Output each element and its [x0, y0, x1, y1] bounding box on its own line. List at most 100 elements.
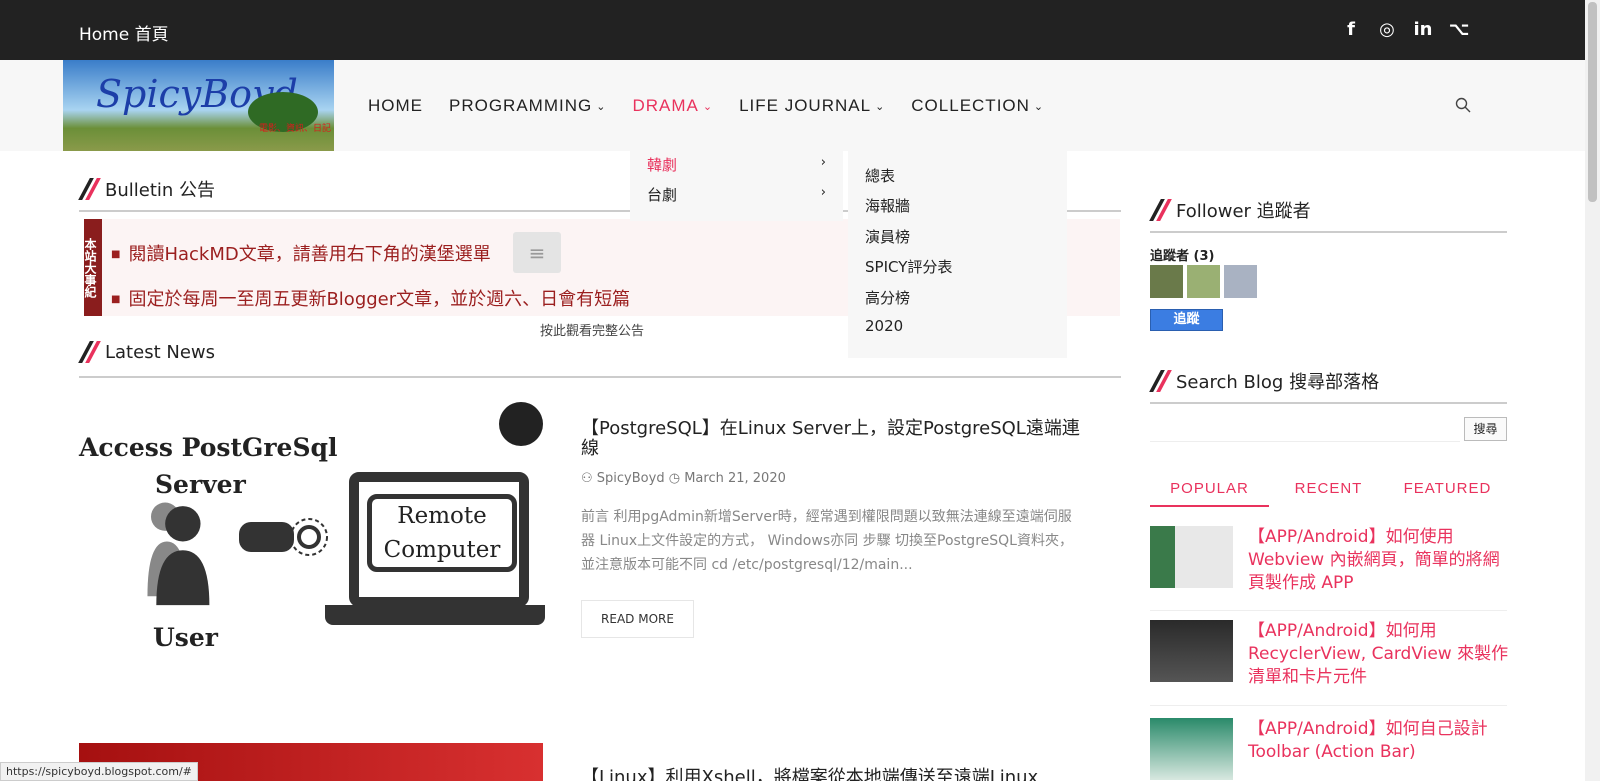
- followers-count: 追蹤者 (3): [1150, 249, 1215, 264]
- submenu-item[interactable]: 總表: [865, 165, 895, 186]
- read-more-button[interactable]: READ MORE: [581, 600, 694, 638]
- post-thumbnail[interactable]: [1150, 718, 1233, 780]
- tab-featured[interactable]: FEATURED: [1388, 480, 1507, 507]
- chevron-down-icon: ⌄: [1033, 100, 1045, 113]
- divider: [1150, 402, 1507, 404]
- post-tabs: POPULAR RECENT FEATURED: [1150, 480, 1507, 507]
- home-link[interactable]: Home 首頁: [79, 20, 169, 45]
- search-blog-button[interactable]: 搜尋: [1464, 417, 1507, 441]
- avatar[interactable]: [1187, 265, 1220, 298]
- instagram-icon[interactable]: ◎: [1376, 19, 1398, 41]
- latest-news-title: Latest News: [105, 341, 215, 363]
- scrollbar-thumb[interactable]: [1588, 2, 1597, 202]
- avatar[interactable]: [1224, 265, 1257, 298]
- double-slash-icon: [1149, 370, 1172, 392]
- status-url: https://spicyboyd.blogspot.com/#: [0, 762, 198, 781]
- divider: [1150, 705, 1507, 706]
- thumbnail-text: Remote Computer: [367, 494, 517, 572]
- post-thumbnail[interactable]: [1150, 526, 1233, 588]
- post-excerpt: 前言 利用pgAdmin新增Server時，經常遇到權限問題以致無法連線至遠端伺…: [581, 509, 1073, 573]
- monitor-icon: Remote Computer: [349, 472, 529, 607]
- search-blog-input[interactable]: [1150, 418, 1460, 442]
- tab-popular[interactable]: POPULAR: [1150, 480, 1269, 507]
- main-nav: HOME PROGRAMMING ⌄ DRAMA ⌄ LIFE JOURNAL ⌄ C…: [368, 96, 1044, 116]
- nav-drama[interactable]: DRAMA ⌄: [632, 96, 713, 116]
- logo-subtitle: 電影、資訊、日記: [259, 124, 332, 134]
- post-title[interactable]: 【Linux】利用Xshell，將檔案從本地端傳送至遠端Linux: [581, 763, 1038, 781]
- nav-home[interactable]: HOME: [368, 96, 423, 116]
- top-bar: Home 首頁 f ◎ in ⌥: [0, 0, 1585, 60]
- post-title[interactable]: 【PostgreSQL】在Linux Server上，設定PostgreSQL遠…: [581, 419, 1081, 459]
- post-author[interactable]: SpicyBoyd: [597, 471, 665, 486]
- submenu-item[interactable]: 2020: [865, 317, 903, 335]
- divider: [1150, 231, 1507, 233]
- nav-life-journal[interactable]: LIFE JOURNAL ⌄: [739, 96, 885, 116]
- divider: [1150, 610, 1507, 611]
- follower-title: Follower 追蹤者: [1176, 201, 1311, 222]
- divider: [79, 376, 1121, 378]
- nav-life-journal-label: LIFE JOURNAL: [739, 96, 872, 115]
- post-thumbnail[interactable]: Access PostGreSql Server Remote Computer…: [79, 402, 545, 654]
- post-meta: ⚇ SpicyBoyd ◷ March 21, 2020: [581, 471, 786, 486]
- popular-post-title[interactable]: 【APP/Android】如何用 RecyclerView, CardView …: [1248, 620, 1510, 689]
- post-date: March 21, 2020: [684, 471, 786, 486]
- pointing-hand-icon: [239, 518, 328, 556]
- page-scrollbar[interactable]: [1585, 0, 1600, 781]
- site-logo[interactable]: SpicyBoyd 電影、資訊、日記: [63, 60, 334, 151]
- nav-programming-label: PROGRAMMING: [449, 96, 593, 115]
- bulletin-line[interactable]: 閱讀HackMD文章，請善用右下角的漢堡選單: [111, 240, 490, 266]
- search-icon[interactable]: [1455, 97, 1471, 113]
- follower-heading: Follower 追蹤者: [1149, 197, 1311, 223]
- double-slash-icon: [1149, 199, 1172, 221]
- popular-post-title[interactable]: 【APP/Android】如何自己設計 Toolbar (Action Bar): [1248, 718, 1510, 764]
- avatar[interactable]: [1150, 265, 1183, 298]
- korean-drama-submenu: 總表 海報牆 演員榜 SPICY評分表 高分榜 2020: [848, 151, 1067, 358]
- bulletin-badge: 本站大事紀: [83, 219, 102, 316]
- postgresql-logo-icon: [499, 402, 543, 446]
- thumbnail-text: Access PostGreSql: [79, 433, 338, 462]
- thumbnail-text: Server: [155, 470, 246, 499]
- site-header: SpicyBoyd 電影、資訊、日記 HOME PROGRAMMING ⌄ DRA…: [0, 60, 1585, 151]
- submenu-item[interactable]: SPICY評分表: [865, 256, 952, 277]
- bulletin-heading: Bulletin 公告: [78, 176, 216, 202]
- bulletin-title: Bulletin 公告: [105, 180, 216, 201]
- nav-collection-label: COLLECTION: [911, 96, 1030, 115]
- chevron-down-icon: ⌄: [702, 100, 714, 113]
- drama-dropdown: 韓劇 › 台劇 ›: [630, 151, 843, 221]
- full-bulletin-link[interactable]: 按此觀看完整公告: [540, 320, 644, 339]
- tab-recent[interactable]: RECENT: [1269, 480, 1388, 507]
- search-blog-title: Search Blog 搜尋部落格: [1176, 372, 1380, 393]
- follow-button[interactable]: 追蹤: [1150, 309, 1223, 331]
- latest-news-heading: Latest News: [78, 341, 215, 363]
- double-slash-icon: [78, 341, 101, 363]
- chevron-right-icon: ›: [820, 155, 826, 170]
- follower-avatars: [1150, 265, 1257, 298]
- search-blog-heading: Search Blog 搜尋部落格: [1149, 368, 1380, 394]
- nav-home-label: HOME: [368, 96, 423, 115]
- laptop-base: [325, 605, 545, 625]
- social-links: f ◎ in ⌥: [1340, 19, 1470, 41]
- double-slash-icon: [78, 178, 101, 200]
- facebook-icon[interactable]: f: [1340, 19, 1362, 41]
- hamburger-menu-icon[interactable]: ≡: [513, 232, 561, 273]
- user-silhouette-icon: [147, 502, 210, 606]
- chevron-right-icon: ›: [820, 185, 826, 200]
- dropdown-item-korean-drama[interactable]: 韓劇: [647, 154, 677, 175]
- chevron-down-icon: ⌄: [596, 100, 607, 113]
- dropdown-item-taiwan-drama[interactable]: 台劇: [647, 184, 677, 205]
- chevron-down-icon: ⌄: [875, 100, 886, 113]
- submenu-item[interactable]: 高分榜: [865, 287, 910, 308]
- linkedin-icon[interactable]: in: [1412, 19, 1434, 41]
- nav-collection[interactable]: COLLECTION ⌄: [911, 96, 1044, 116]
- submenu-item[interactable]: 演員榜: [865, 226, 910, 247]
- bulletin-line[interactable]: 固定於每周一至周五更新Blogger文章，並於週六、日會有短篇: [111, 285, 630, 311]
- user-icon: ⚇: [581, 471, 593, 486]
- submenu-item[interactable]: 海報牆: [865, 195, 910, 216]
- nav-programming[interactable]: PROGRAMMING ⌄: [449, 96, 606, 116]
- github-icon[interactable]: ⌥: [1448, 19, 1470, 41]
- thumbnail-text: User: [153, 623, 218, 652]
- clock-icon: ◷: [668, 471, 681, 486]
- nav-drama-label: DRAMA: [632, 96, 699, 115]
- post-thumbnail[interactable]: [1150, 620, 1233, 682]
- popular-post-title[interactable]: 【APP/Android】如何使用 Webview 內嵌網頁，簡單的將網頁製作成…: [1248, 526, 1510, 595]
